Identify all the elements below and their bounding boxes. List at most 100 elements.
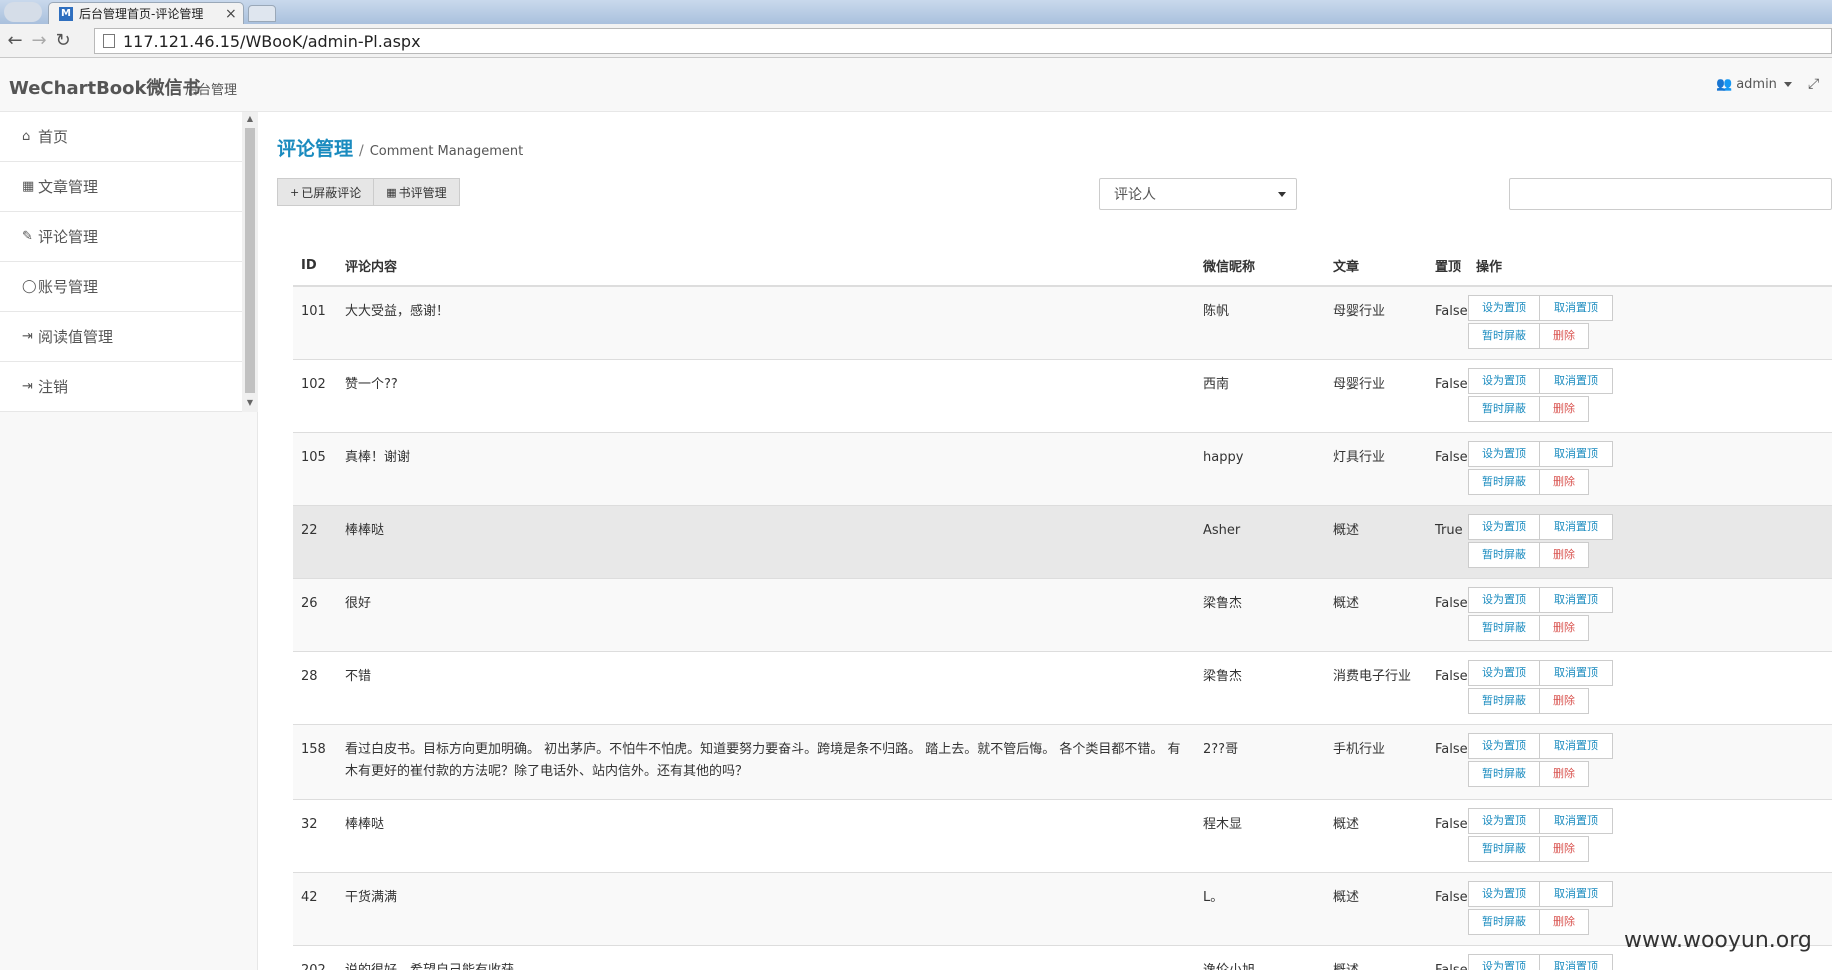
sidebar-item-label: 注销 <box>38 378 69 396</box>
cell-actions: 设为置顶 取消置顶 暂时屏蔽 删除 <box>1468 798 1832 872</box>
cell-top: False <box>1427 871 1468 945</box>
user-menu[interactable]: 👥 admin <box>1716 77 1792 92</box>
sidebar-item-accounts[interactable]: ◯ 账号管理 <box>0 262 242 312</box>
hide-button[interactable]: 暂时屏蔽 <box>1468 541 1540 568</box>
hide-button[interactable]: 暂时屏蔽 <box>1468 760 1540 787</box>
cell-top: False <box>1427 798 1468 872</box>
hide-button[interactable]: 暂时屏蔽 <box>1468 323 1540 349</box>
sign-in-icon: ⇥ <box>22 329 33 344</box>
set-top-button[interactable]: 设为置顶 <box>1468 440 1540 467</box>
cancel-top-button[interactable]: 取消置顶 <box>1539 659 1613 686</box>
cell-actions: 设为置顶 取消置顶 暂时屏蔽 删除 <box>1468 358 1832 432</box>
cell-id: 158 <box>293 723 337 799</box>
cell-id: 28 <box>293 650 337 724</box>
delete-button[interactable]: 删除 <box>1539 323 1589 349</box>
cell-nickname: Asher <box>1195 504 1325 578</box>
cell-article: 概述 <box>1325 577 1427 651</box>
cancel-top-button[interactable]: 取消置顶 <box>1539 295 1613 321</box>
cell-id: 26 <box>293 577 337 651</box>
toolbar-button-group: + 已屏蔽评论 ▦ 书评管理 <box>277 178 460 206</box>
sidebar-item-label: 阅读值管理 <box>38 328 114 346</box>
cancel-top-button[interactable]: 取消置顶 <box>1539 732 1613 759</box>
sidebar: ⌂ 首页 ▦ 文章管理 ✎ 评论管理 ◯ 账号管理 ⇥ 阅读值管理 ⇥ 注销 ▲… <box>0 112 258 970</box>
cancel-top-button[interactable]: 取消置顶 <box>1539 367 1613 394</box>
cancel-top-button[interactable]: 取消置顶 <box>1539 880 1613 907</box>
cancel-top-button[interactable]: 取消置顶 <box>1539 807 1613 834</box>
cancel-top-button[interactable]: 取消置顶 <box>1539 513 1613 540</box>
new-tab-button[interactable] <box>248 5 276 22</box>
delete-button[interactable]: 删除 <box>1539 687 1589 714</box>
set-top-button[interactable]: 设为置顶 <box>1468 659 1540 686</box>
table-icon: ▦ <box>22 179 35 194</box>
browser-tab-active[interactable]: M 后台管理首页-评论管理 × <box>48 2 244 24</box>
set-top-button[interactable]: 设为置顶 <box>1468 953 1540 970</box>
set-top-button[interactable]: 设为置顶 <box>1468 732 1540 759</box>
scrollbar-thumb[interactable] <box>245 128 255 393</box>
set-top-button[interactable]: 设为置顶 <box>1468 295 1540 321</box>
breadcrumb-separator: / <box>359 143 364 159</box>
cell-top: False <box>1427 431 1468 505</box>
sidebar-item-articles[interactable]: ▦ 文章管理 <box>0 162 242 212</box>
cancel-top-button[interactable]: 取消置顶 <box>1539 586 1613 613</box>
sidebar-item-logout[interactable]: ⇥ 注销 <box>0 362 242 412</box>
hide-button[interactable]: 暂时屏蔽 <box>1468 468 1540 495</box>
fullscreen-icon[interactable]: ⤢ <box>1808 76 1819 92</box>
users-icon: 👥 <box>1716 77 1733 92</box>
cell-top: False <box>1427 577 1468 651</box>
url-input[interactable]: 117.121.46.15/WBooK/admin-Pl.aspx <box>94 28 1832 54</box>
hide-button[interactable]: 暂时屏蔽 <box>1468 835 1540 862</box>
reload-icon[interactable]: ↻ <box>52 30 74 52</box>
set-top-button[interactable]: 设为置顶 <box>1468 807 1540 834</box>
cell-actions: 设为置顶 取消置顶 暂时屏蔽 删除 <box>1468 723 1832 799</box>
sidebar-item-label: 评论管理 <box>38 228 99 246</box>
sidebar-item-home[interactable]: ⌂ 首页 <box>0 112 242 162</box>
table-row: 28 不错 梁鲁杰 消费电子行业 False 设为置顶 取消置顶 暂时屏蔽 删除 <box>293 650 1832 724</box>
delete-button[interactable]: 删除 <box>1539 541 1589 568</box>
scroll-up-icon[interactable]: ▲ <box>245 114 255 123</box>
sidebar-scrollbar[interactable]: ▲ ▼ <box>242 112 258 412</box>
sidebar-item-read-values[interactable]: ⇥ 阅读值管理 <box>0 312 242 362</box>
cell-id: 105 <box>293 431 337 505</box>
set-top-button[interactable]: 设为置顶 <box>1468 513 1540 540</box>
back-icon[interactable]: ← <box>4 30 26 52</box>
set-top-button[interactable]: 设为置顶 <box>1468 880 1540 907</box>
scroll-down-icon[interactable]: ▼ <box>245 398 255 407</box>
set-top-button[interactable]: 设为置顶 <box>1468 586 1540 613</box>
cell-content: 不错 <box>337 650 1195 724</box>
delete-button[interactable]: 删除 <box>1539 760 1589 787</box>
cell-id: 32 <box>293 798 337 872</box>
delete-button[interactable]: 删除 <box>1539 908 1589 935</box>
cell-nickname: 梁鲁杰 <box>1195 577 1325 651</box>
filter-select[interactable]: 评论人 <box>1099 178 1297 210</box>
cancel-top-button[interactable]: 取消置顶 <box>1539 953 1613 970</box>
hide-button[interactable]: 暂时屏蔽 <box>1468 614 1540 641</box>
hide-button[interactable]: 暂时屏蔽 <box>1468 687 1540 714</box>
cell-article: 概述 <box>1325 871 1427 945</box>
browser-tab-bar: M 后台管理首页-评论管理 × <box>0 0 1832 24</box>
hide-button[interactable]: 暂时屏蔽 <box>1468 395 1540 422</box>
cell-actions: 设为置顶 取消置顶 暂时屏蔽 删除 <box>1468 650 1832 724</box>
search-input[interactable] <box>1509 178 1832 210</box>
account-icon: ◯ <box>22 279 37 294</box>
delete-button[interactable]: 删除 <box>1539 395 1589 422</box>
delete-button[interactable]: 删除 <box>1539 835 1589 862</box>
tab-close-icon[interactable]: × <box>225 6 243 22</box>
delete-button[interactable]: 删除 <box>1539 614 1589 641</box>
blocked-comments-button[interactable]: + 已屏蔽评论 <box>277 178 375 206</box>
brand-title[interactable]: WeChartBook微信书 <box>9 74 201 100</box>
hide-button[interactable]: 暂时屏蔽 <box>1468 908 1540 935</box>
delete-button[interactable]: 删除 <box>1539 468 1589 495</box>
home-icon: ⌂ <box>22 129 31 144</box>
book-reviews-button[interactable]: ▦ 书评管理 <box>374 178 460 206</box>
button-label: 书评管理 <box>398 185 447 200</box>
cancel-top-button[interactable]: 取消置顶 <box>1539 440 1613 467</box>
tab-title: 后台管理首页-评论管理 <box>79 7 204 21</box>
sidebar-item-comments[interactable]: ✎ 评论管理 <box>0 212 242 262</box>
forward-icon[interactable]: → <box>28 30 50 52</box>
sidebar-item-label: 文章管理 <box>38 178 99 196</box>
set-top-button[interactable]: 设为置顶 <box>1468 367 1540 394</box>
cell-article: 母婴行业 <box>1325 285 1427 359</box>
browser-profile-icon[interactable] <box>4 2 42 22</box>
table-header-row: ID 评论内容 微信昵称 文章 置顶 操作 <box>293 246 1832 287</box>
cell-content: 说的很好，希望自己能有收获。 <box>337 944 1195 970</box>
